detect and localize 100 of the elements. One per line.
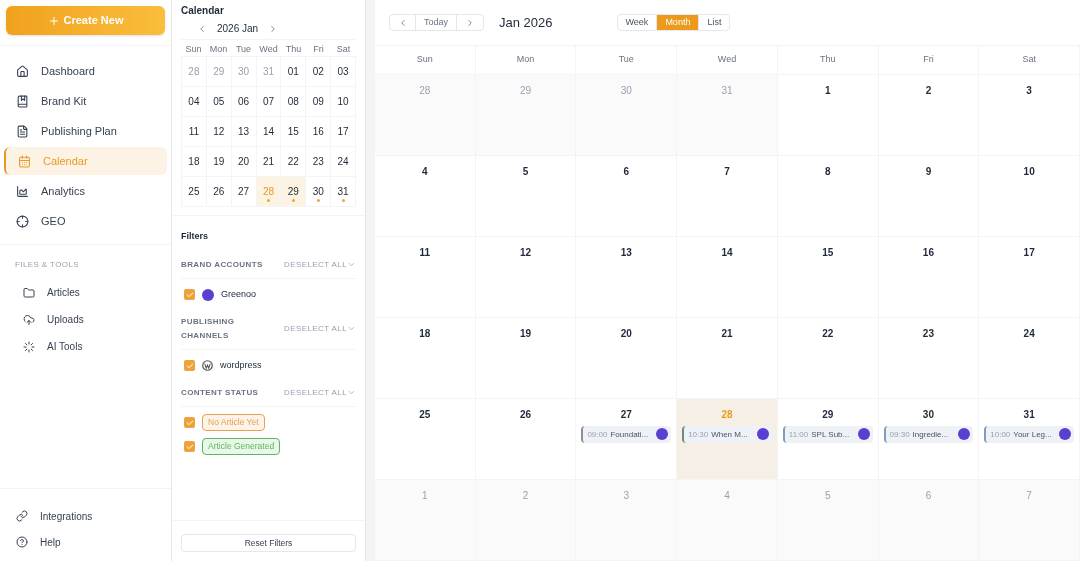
day-number: 26 bbox=[520, 408, 532, 422]
chart-icon bbox=[16, 184, 29, 198]
date-cell[interactable]: 30 bbox=[306, 177, 332, 207]
date-cell[interactable]: 26 bbox=[206, 177, 232, 207]
day-cell[interactable]: 12 bbox=[475, 237, 577, 318]
day-cell[interactable]: 22 bbox=[777, 318, 879, 399]
tool-item[interactable]: Uploads bbox=[15, 306, 156, 333]
date-cell[interactable]: 19 bbox=[206, 147, 232, 177]
event-time: 09:00 bbox=[586, 428, 608, 441]
day-cell[interactable]: 30 09:30 Ingredie... bbox=[878, 399, 980, 480]
event-chip[interactable]: 11:00 SPL Sub... bbox=[782, 426, 873, 443]
view-tab[interactable]: Week bbox=[617, 15, 657, 30]
date-cell[interactable]: 15 bbox=[281, 117, 307, 147]
date-cell[interactable]: 04 bbox=[182, 87, 207, 117]
date-cell[interactable]: 31 bbox=[331, 177, 356, 207]
date-cell[interactable]: 12 bbox=[206, 117, 232, 147]
nav-item[interactable]: Publishing Plan bbox=[4, 117, 167, 145]
day-number: 31 bbox=[1023, 408, 1035, 422]
date-cell[interactable]: 16 bbox=[306, 117, 332, 147]
reset-filters-button[interactable]: Reset Filters bbox=[181, 534, 356, 553]
footer-item[interactable]: Help bbox=[4, 529, 167, 555]
checkbox[interactable] bbox=[184, 360, 195, 371]
event-chip[interactable]: 09:30 Ingredie... bbox=[883, 426, 974, 443]
date-cell[interactable]: 13 bbox=[231, 117, 257, 147]
nav-item[interactable]: Brand Kit bbox=[4, 87, 167, 115]
date-cell[interactable]: 09 bbox=[306, 87, 332, 117]
event-chip[interactable]: 09:00 Foundati... bbox=[581, 426, 672, 443]
previous-month-icon[interactable] bbox=[197, 23, 207, 34]
day-cell[interactable]: 19 bbox=[475, 318, 577, 399]
date-cell[interactable]: 02 bbox=[306, 57, 332, 87]
day-cell[interactable]: 24 bbox=[979, 318, 1080, 399]
date-cell[interactable]: 27 bbox=[231, 177, 257, 207]
day-cell[interactable]: 28 10:30 When M... bbox=[677, 399, 778, 480]
day-number: 3 bbox=[1026, 84, 1032, 98]
day-cell[interactable]: 1 bbox=[777, 75, 879, 156]
weekday-header: Tue bbox=[576, 46, 678, 74]
footer-item[interactable]: Integrations bbox=[4, 503, 167, 529]
date-cell[interactable]: 06 bbox=[231, 87, 257, 117]
date-cell[interactable]: 29 bbox=[281, 177, 307, 207]
event-chip[interactable]: 10:00 Your Leg... bbox=[984, 426, 1074, 443]
date-cell[interactable]: 10 bbox=[331, 87, 356, 117]
day-cell[interactable]: 7 bbox=[677, 156, 778, 237]
date-cell[interactable]: 18 bbox=[182, 147, 207, 177]
date-cell[interactable]: 17 bbox=[331, 117, 356, 147]
day-cell[interactable]: 16 bbox=[878, 237, 980, 318]
date-cell[interactable]: 11 bbox=[182, 117, 207, 147]
day-cell[interactable]: 5 bbox=[475, 156, 577, 237]
day-cell[interactable]: 10 bbox=[979, 156, 1080, 237]
date-cell[interactable]: 23 bbox=[306, 147, 332, 177]
nav-item[interactable]: Dashboard bbox=[4, 57, 167, 85]
weekday-header: Wed bbox=[677, 46, 778, 74]
nav-item[interactable]: Analytics bbox=[4, 177, 167, 205]
day-cell[interactable]: 3 bbox=[979, 75, 1080, 156]
weekday-header: Sun bbox=[375, 46, 476, 74]
day-cell[interactable]: 15 bbox=[777, 237, 879, 318]
day-cell[interactable]: 11 bbox=[375, 237, 476, 318]
day-cell[interactable]: 23 bbox=[878, 318, 980, 399]
avatar-icon bbox=[656, 427, 669, 440]
day-cell[interactable]: 9 bbox=[878, 156, 980, 237]
date-cell[interactable]: 20 bbox=[231, 147, 257, 177]
tool-item[interactable]: AI Tools bbox=[15, 333, 156, 360]
day-cell[interactable]: 13 bbox=[576, 237, 678, 318]
filter-group-label: BRAND ACCOUNTS bbox=[181, 258, 264, 271]
date-cell[interactable]: 01 bbox=[281, 57, 307, 87]
avatar-icon bbox=[958, 427, 971, 440]
day-cell[interactable]: 8 bbox=[777, 156, 879, 237]
day-number: 7 bbox=[1026, 489, 1032, 503]
date-cell[interactable]: 03 bbox=[331, 57, 356, 87]
day-cell[interactable]: 17 bbox=[979, 237, 1080, 318]
day-cell[interactable]: 2 bbox=[878, 75, 980, 156]
day-cell[interactable]: 29 11:00 SPL Sub... bbox=[777, 399, 879, 480]
crosshair-icon bbox=[16, 214, 29, 228]
day-number: 5 bbox=[824, 489, 831, 503]
day-cell[interactable]: 18 bbox=[375, 318, 476, 399]
checkbox[interactable] bbox=[184, 417, 195, 428]
day-number: 15 bbox=[822, 246, 834, 260]
avatar-icon bbox=[1059, 427, 1071, 440]
event-chip[interactable]: 10:30 When M... bbox=[682, 426, 772, 443]
date-cell[interactable]: 25 bbox=[182, 177, 207, 207]
option-label: Greenoo bbox=[221, 287, 257, 301]
date-cell[interactable]: 07 bbox=[256, 87, 282, 117]
event-title: Ingredie... bbox=[912, 428, 949, 441]
month-label: 2026 Jan bbox=[217, 22, 259, 36]
tool-item[interactable]: Articles bbox=[15, 279, 156, 306]
day-cell[interactable]: 31 10:00 Your Leg... bbox=[979, 399, 1080, 480]
date-cell[interactable]: 14 bbox=[256, 117, 282, 147]
day-number: 7 bbox=[724, 165, 730, 179]
event-title: SPL Sub... bbox=[811, 428, 850, 441]
day-cell[interactable]: 4 bbox=[375, 156, 476, 237]
date-cell[interactable]: 08 bbox=[281, 87, 307, 117]
view-tab[interactable]: List bbox=[698, 15, 730, 30]
date-cell[interactable]: 24 bbox=[331, 147, 356, 177]
day-cell[interactable]: 14 bbox=[677, 237, 778, 318]
day-cell[interactable]: 20 bbox=[576, 318, 678, 399]
checkbox[interactable] bbox=[184, 289, 195, 300]
nav-item[interactable]: GEO bbox=[4, 207, 167, 235]
day-number: 29 bbox=[822, 408, 834, 422]
checkbox[interactable] bbox=[184, 441, 195, 452]
date-cell[interactable]: 05 bbox=[206, 87, 232, 117]
day-cell[interactable]: 6 bbox=[576, 156, 678, 237]
